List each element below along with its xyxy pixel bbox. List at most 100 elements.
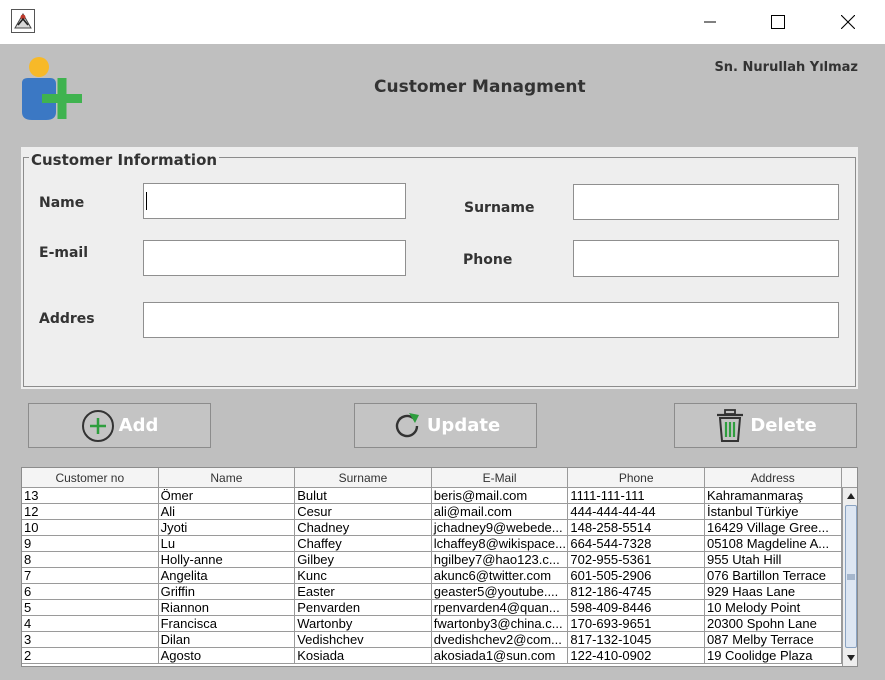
table-cell[interactable]: 087 Melby Terrace — [704, 632, 842, 648]
customers-table[interactable]: Customer no Name Surname E-Mail Phone Ad… — [21, 467, 858, 667]
table-cell[interactable]: akunc6@twitter.com — [431, 568, 569, 584]
table-cell[interactable]: 148-258-5514 — [568, 520, 705, 536]
table-cell[interactable]: İstanbul Türkiye — [704, 504, 842, 520]
table-cell[interactable]: Riannon — [158, 600, 296, 616]
table-cell[interactable]: Gilbey — [295, 552, 432, 568]
table-cell[interactable]: Ömer — [158, 488, 296, 504]
table-cell[interactable]: rpenvarden4@quan... — [431, 600, 569, 616]
vertical-scrollbar[interactable] — [842, 488, 857, 666]
minimize-button[interactable] — [687, 0, 733, 44]
email-input[interactable] — [143, 240, 406, 276]
table-cell[interactable]: 5 — [22, 600, 159, 616]
table-cell[interactable]: 19 Coolidge Plaza — [704, 648, 842, 664]
maximize-button[interactable] — [755, 0, 801, 44]
table-row[interactable]: 9 Lu Chaffey lchaffey8@wikispace... 664-544-… — [22, 536, 842, 552]
table-cell[interactable]: 16429 Village Gree... — [704, 520, 842, 536]
table-cell[interactable]: fwartonby3@china.c... — [431, 616, 569, 632]
table-cell[interactable]: 9 — [22, 536, 159, 552]
close-icon — [841, 15, 855, 29]
table-cell[interactable]: Chaffey — [295, 536, 432, 552]
table-cell[interactable]: hgilbey7@hao123.c... — [431, 552, 569, 568]
table-cell[interactable]: ali@mail.com — [431, 504, 569, 520]
table-cell[interactable]: 20300 Spohn Lane — [704, 616, 842, 632]
table-cell[interactable]: Vedishchev — [295, 632, 432, 648]
column-header[interactable]: Address — [705, 468, 842, 488]
add-button[interactable]: Add — [28, 403, 211, 448]
table-row[interactable]: 7 Angelita Kunc akunc6@twitter.com 601-505-2… — [22, 568, 842, 584]
table-row[interactable]: 13 Ömer Bulut beris@mail.com 1111-111-111 Kah… — [22, 488, 842, 504]
table-cell[interactable]: 7 — [22, 568, 159, 584]
table-cell[interactable]: 601-505-2906 — [568, 568, 705, 584]
table-cell[interactable]: dvedishchev2@com... — [431, 632, 569, 648]
update-button[interactable]: Update — [354, 403, 537, 448]
table-cell[interactable]: beris@mail.com — [431, 488, 569, 504]
table-cell[interactable]: 598-409-8446 — [568, 600, 705, 616]
column-header[interactable]: Name — [159, 468, 296, 488]
table-cell[interactable]: 13 — [22, 488, 159, 504]
table-cell[interactable]: 955 Utah Hill — [704, 552, 842, 568]
table-cell[interactable]: 4 — [22, 616, 159, 632]
table-cell[interactable]: Ali — [158, 504, 296, 520]
delete-button[interactable]: Delete — [674, 403, 857, 448]
table-cell[interactable]: 444-444-44-44 — [568, 504, 705, 520]
table-cell[interactable]: lchaffey8@wikispace... — [431, 536, 569, 552]
table-cell[interactable]: Chadney — [295, 520, 432, 536]
table-cell[interactable]: geaster5@youtube.... — [431, 584, 569, 600]
table-cell[interactable]: 6 — [22, 584, 159, 600]
table-cell[interactable]: Jyoti — [158, 520, 296, 536]
table-row[interactable]: 2 Agosto Kosiada akosiada1@sun.com 122-410-0… — [22, 648, 842, 664]
table-row[interactable]: 10 Jyoti Chadney jchadney9@webede... 148-258… — [22, 520, 842, 536]
table-cell[interactable]: 170-693-9651 — [568, 616, 705, 632]
table-cell[interactable]: Lu — [158, 536, 296, 552]
close-button[interactable] — [825, 0, 871, 44]
table-cell[interactable]: Angelita — [158, 568, 296, 584]
table-cell[interactable]: Kahramanmaraş — [704, 488, 842, 504]
table-cell[interactable]: 812-186-4745 — [568, 584, 705, 600]
table-cell[interactable]: 122-410-0902 — [568, 648, 705, 664]
table-cell[interactable]: jchadney9@webede... — [431, 520, 569, 536]
column-header[interactable]: Surname — [295, 468, 432, 488]
table-row[interactable]: 4 Francisca Wartonby fwartonby3@china.c... 1… — [22, 616, 842, 632]
table-cell[interactable]: Kunc — [295, 568, 432, 584]
surname-input[interactable] — [573, 184, 839, 220]
table-cell[interactable]: 12 — [22, 504, 159, 520]
table-cell[interactable]: 3 — [22, 632, 159, 648]
table-cell[interactable]: 2 — [22, 648, 159, 664]
table-cell[interactable]: 076 Bartillon Terrace — [704, 568, 842, 584]
table-row[interactable]: 6 Griffin Easter geaster5@youtube.... 812-18… — [22, 584, 842, 600]
table-cell[interactable]: akosiada1@sun.com — [431, 648, 569, 664]
column-header[interactable]: E-Mail — [432, 468, 569, 488]
table-row[interactable]: 3 Dilan Vedishchev dvedishchev2@com... 817-1… — [22, 632, 842, 648]
table-cell[interactable]: Easter — [295, 584, 432, 600]
table-cell[interactable]: Holly-anne — [158, 552, 296, 568]
table-cell[interactable]: 702-955-5361 — [568, 552, 705, 568]
table-cell[interactable]: 817-132-1045 — [568, 632, 705, 648]
table-cell[interactable]: Bulut — [295, 488, 432, 504]
table-cell[interactable]: 664-544-7328 — [568, 536, 705, 552]
table-cell[interactable]: 929 Haas Lane — [704, 584, 842, 600]
table-cell[interactable]: Penvarden — [295, 600, 432, 616]
table-cell[interactable]: Agosto — [158, 648, 296, 664]
table-cell[interactable]: 8 — [22, 552, 159, 568]
table-row[interactable]: 5 Riannon Penvarden rpenvarden4@quan... 598-… — [22, 600, 842, 616]
table-cell[interactable]: Cesur — [295, 504, 432, 520]
scroll-thumb[interactable] — [845, 505, 857, 648]
table-row[interactable]: 8 Holly-anne Gilbey hgilbey7@hao123.c... 702… — [22, 552, 842, 568]
table-cell[interactable]: 10 — [22, 520, 159, 536]
table-cell[interactable]: 10 Melody Point — [704, 600, 842, 616]
table-cell[interactable]: Dilan — [158, 632, 296, 648]
column-header[interactable]: Phone — [568, 468, 705, 488]
table-cell[interactable]: Griffin — [158, 584, 296, 600]
table-cell[interactable]: 1111-111-111 — [568, 488, 705, 504]
name-input[interactable] — [143, 183, 406, 219]
phone-input[interactable] — [573, 240, 839, 277]
table-cell[interactable]: Francisca — [158, 616, 296, 632]
table-cell[interactable]: Kosiada — [295, 648, 432, 664]
scroll-down-button[interactable] — [843, 650, 857, 666]
table-cell[interactable]: Wartonby — [295, 616, 432, 632]
table-row[interactable]: 12 Ali Cesur ali@mail.com 444-444-44-44 İstan… — [22, 504, 842, 520]
column-header[interactable]: Customer no — [22, 468, 159, 488]
address-input[interactable] — [143, 302, 839, 338]
scroll-up-button[interactable] — [843, 488, 857, 504]
table-cell[interactable]: 05108 Magdeline A... — [704, 536, 842, 552]
